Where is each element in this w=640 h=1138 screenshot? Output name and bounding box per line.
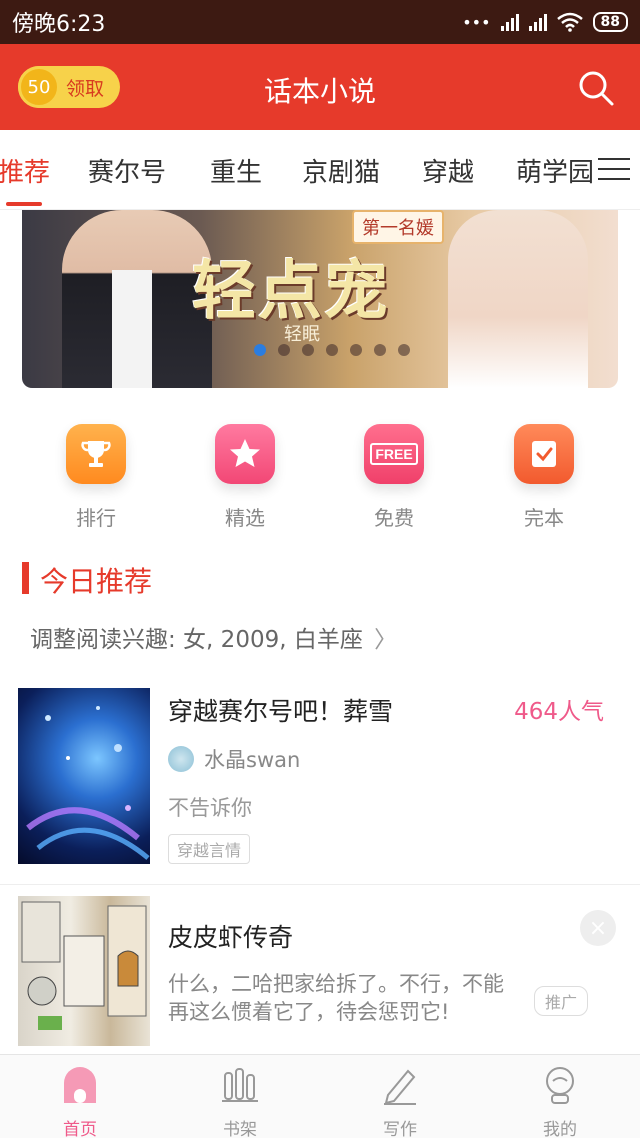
tab-mengxueyuan[interactable]: 萌学园 xyxy=(516,152,594,189)
book-description: 什么，二哈把家给拆了。不行，不能再这么惯着它了，待会惩罚它! xyxy=(168,972,504,1024)
book-cover xyxy=(18,896,150,1046)
search-icon[interactable] xyxy=(576,68,616,108)
nav-home[interactable]: 首页 xyxy=(20,1065,140,1138)
chevron-right-icon: 〉 xyxy=(374,627,398,653)
quick-nav-free[interactable]: FREE 免费 xyxy=(362,424,426,531)
signal-icon xyxy=(500,13,519,31)
tab-recommend[interactable]: 推荐 xyxy=(0,152,50,189)
book-cover xyxy=(18,688,150,864)
more-dots-icon: ••• xyxy=(462,12,491,32)
category-menu-icon[interactable] xyxy=(598,158,630,182)
carousel-dot[interactable] xyxy=(374,344,386,356)
carousel-dot[interactable] xyxy=(326,344,338,356)
book-title: 皮皮虾传奇 xyxy=(168,923,294,952)
app-header: 50 领取 话本小说 xyxy=(0,44,640,130)
status-time: 傍晚6:23 xyxy=(12,12,106,37)
author-name: 水晶swan xyxy=(204,748,301,772)
profile-icon xyxy=(546,1067,574,1104)
nav-profile[interactable]: 我的 xyxy=(500,1065,620,1138)
check-book-icon xyxy=(514,424,574,484)
banner-figure-woman xyxy=(448,210,588,388)
carousel-dot[interactable] xyxy=(350,344,362,356)
tab-peking-cat[interactable]: 京剧猫 xyxy=(302,152,380,189)
quick-nav-featured[interactable]: 精选 xyxy=(213,424,277,531)
star-icon xyxy=(215,424,275,484)
quick-nav-label: 免费 xyxy=(374,506,414,530)
nav-label: 写作 xyxy=(383,1120,417,1138)
popularity-count: 464人气 xyxy=(514,699,604,725)
promoted-book-item[interactable]: 皮皮虾传奇 × 什么，二哈把家给拆了。不行，不能再这么惯着它了，待会惩罚它! 推… xyxy=(0,896,640,1052)
nav-write[interactable]: 写作 xyxy=(340,1065,460,1138)
bookshelf-icon xyxy=(222,1068,258,1102)
nav-bookshelf[interactable]: 书架 xyxy=(180,1065,300,1138)
signal-icon-2 xyxy=(528,13,547,31)
status-bar: 傍晚6:23 ••• 88 xyxy=(0,0,640,44)
banner-author: 轻眠 xyxy=(284,324,320,345)
banner-tag: 第一名媛 xyxy=(352,210,444,244)
quick-nav-label: 完本 xyxy=(524,506,564,530)
banner-carousel[interactable]: 第一名媛 轻点宠 轻眠 xyxy=(22,210,618,388)
status-icons: ••• 88 xyxy=(462,12,628,32)
reading-interest-link[interactable]: 调整阅读兴趣: 女, 2009, 白羊座 〉 xyxy=(30,620,397,654)
quick-nav-label: 精选 xyxy=(225,506,265,530)
quick-nav-ranking[interactable]: 排行 xyxy=(64,424,128,531)
book-description: 不告诉你 xyxy=(168,796,252,820)
tab-seer[interactable]: 赛尔号 xyxy=(88,152,166,189)
nav-label: 首页 xyxy=(63,1120,97,1138)
free-icon-text: FREE xyxy=(370,443,418,465)
carousel-dot[interactable] xyxy=(278,344,290,356)
reading-interest-text: 调整阅读兴趣: 女, 2009, 白羊座 xyxy=(30,627,363,653)
tab-rebirth[interactable]: 重生 xyxy=(210,152,262,189)
trophy-icon xyxy=(66,424,126,484)
free-tag-icon: FREE xyxy=(364,424,424,484)
author-avatar xyxy=(168,746,194,772)
pen-icon xyxy=(384,1069,416,1105)
category-tabs: 推荐 赛尔号 重生 京剧猫 穿越 萌学园 xyxy=(0,130,640,210)
carousel-dots xyxy=(254,344,410,356)
divider xyxy=(0,884,640,885)
wifi-icon xyxy=(556,12,583,32)
close-icon[interactable]: × xyxy=(580,910,616,946)
book-title: 穿越赛尔号吧！葬雪 xyxy=(168,697,394,726)
quick-nav-completed[interactable]: 完本 xyxy=(512,424,576,531)
promoted-badge: 推广 xyxy=(534,986,589,1016)
quick-nav-label: 排行 xyxy=(76,506,116,530)
app-title: 话本小说 xyxy=(263,75,376,108)
tab-time-travel[interactable]: 穿越 xyxy=(422,152,474,189)
banner-shirt xyxy=(112,270,152,388)
carousel-dot[interactable] xyxy=(398,344,410,356)
battery-icon: 88 xyxy=(592,12,628,32)
nav-label: 我的 xyxy=(543,1120,577,1138)
carousel-dot[interactable] xyxy=(254,344,266,356)
nav-label: 书架 xyxy=(223,1120,257,1138)
active-tab-indicator xyxy=(6,202,42,206)
author-row: 水晶swan xyxy=(168,744,300,774)
home-icon xyxy=(64,1067,96,1103)
book-item[interactable]: 穿越赛尔号吧！葬雪 464人气 水晶swan 不告诉你 穿越言情 xyxy=(0,688,640,868)
bottom-navigation: 首页 书架 写作 我的 xyxy=(0,1054,640,1138)
genre-tag[interactable]: 穿越言情 xyxy=(168,834,251,864)
banner-title: 轻点宠 xyxy=(192,254,390,329)
carousel-dot[interactable] xyxy=(302,344,314,356)
section-accent-bar xyxy=(22,562,29,594)
section-title: 今日推荐 xyxy=(40,565,153,598)
